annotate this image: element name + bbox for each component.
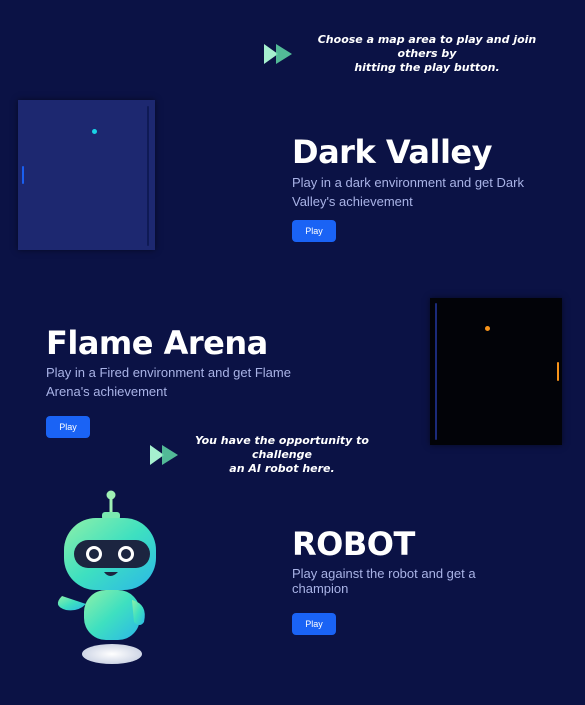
ai-robot-hint-line2: an AI robot here. xyxy=(229,462,335,475)
ai-robot-hint-line1: You have the opportunity to challenge xyxy=(195,434,369,461)
dark-valley-description-line2: Valley's achievement xyxy=(292,194,413,209)
dark-valley-description-line1: Play in a dark environment and get Dark xyxy=(292,175,524,190)
map-area-hint-line1: Choose a map area to play and join other… xyxy=(317,33,537,60)
dark-valley-play-button[interactable]: Play xyxy=(292,220,336,242)
left-paddle xyxy=(22,166,24,184)
ai-robot-hint-text: You have the opportunity to challenge an… xyxy=(182,434,382,476)
robot-play-button[interactable]: Play xyxy=(292,613,336,635)
flame-arena-title: Flame Arena xyxy=(46,324,268,362)
robot-title: ROBOT xyxy=(292,525,415,563)
flame-arena-preview xyxy=(430,298,562,445)
robot-description-line2: champion xyxy=(292,581,349,596)
flame-arena-description-line2: Arena's achievement xyxy=(46,384,167,399)
ball xyxy=(92,129,97,134)
ball xyxy=(485,326,490,331)
map-area-hint-text: Choose a map area to play and join other… xyxy=(302,33,552,75)
double-play-arrow-icon xyxy=(150,445,178,465)
dark-valley-title: Dark Valley xyxy=(292,133,492,171)
dark-valley-description: Play in a dark environment and get Dark … xyxy=(292,173,552,211)
dark-valley-preview xyxy=(18,100,155,250)
left-paddle xyxy=(435,303,437,440)
right-paddle xyxy=(147,106,149,246)
map-area-hint-line2: hitting the play button. xyxy=(354,61,500,74)
flame-arena-description: Play in a Fired environment and get Flam… xyxy=(46,363,316,401)
map-area-hint: Choose a map area to play and join other… xyxy=(262,33,552,75)
right-paddle xyxy=(557,362,559,381)
flame-arena-play-button[interactable]: Play xyxy=(46,416,90,438)
flame-arena-description-line1: Play in a Fired environment and get Flam… xyxy=(46,365,291,380)
double-play-arrow-icon xyxy=(264,44,292,64)
ai-robot-hint: You have the opportunity to challenge an… xyxy=(148,434,382,476)
robot-description-line1: Play against the robot and get a xyxy=(292,566,476,581)
robot-description: Play against the robot and get a champio… xyxy=(292,566,532,596)
robot-mascot xyxy=(57,490,156,664)
